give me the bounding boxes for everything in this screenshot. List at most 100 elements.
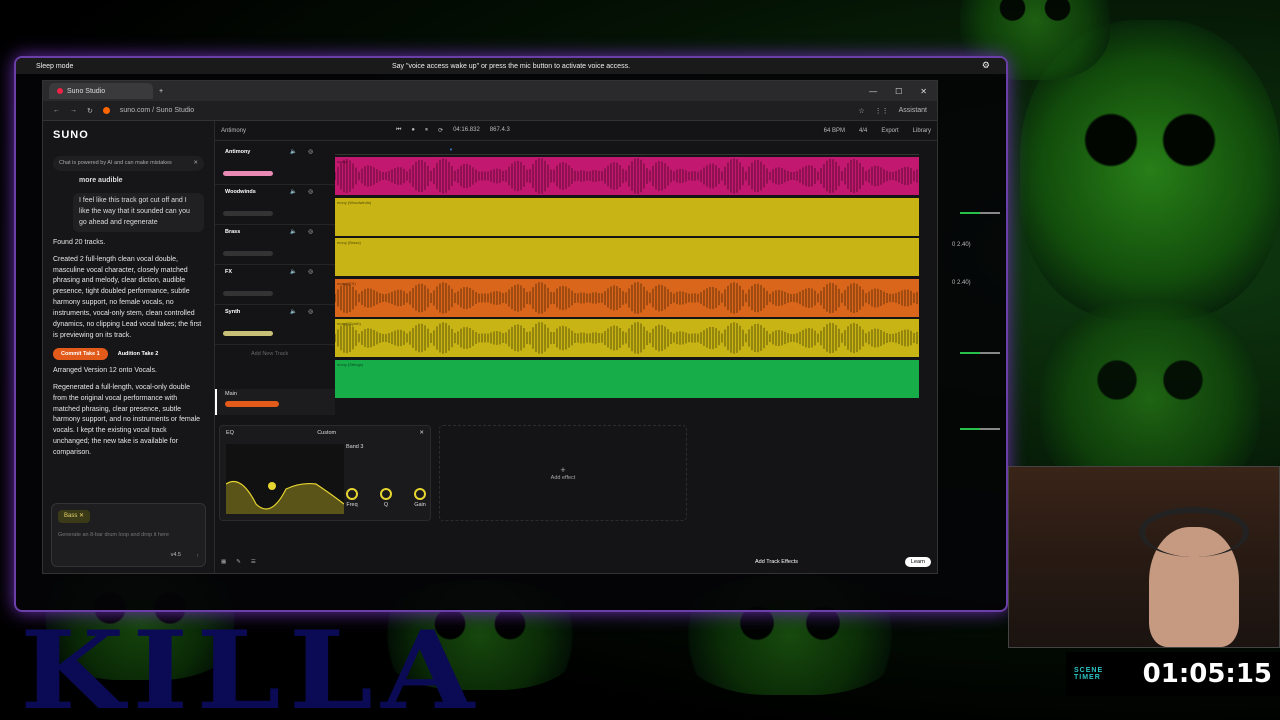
track-name: Woodwinds (225, 189, 256, 195)
assistant-message: Regenerated a full-length, vocal-only do… (53, 383, 201, 456)
eq-knob[interactable]: Gain (414, 488, 426, 508)
track-lane[interactable]: mony (Woodwinds) (335, 197, 919, 236)
speaker-icon[interactable]: 🔈 (290, 149, 297, 155)
tab-suno-studio[interactable]: Suno Studio (49, 83, 153, 99)
track-fader[interactable] (223, 251, 273, 256)
track-lane[interactable]: mony (Synth) (335, 319, 919, 357)
bpm-display[interactable]: 64 BPM (824, 128, 845, 134)
waveform (335, 198, 919, 236)
library-button[interactable]: Library (913, 128, 931, 134)
eq-curve[interactable] (226, 444, 344, 514)
waveform (335, 322, 918, 354)
playhead-icon[interactable]: ▼ (449, 147, 453, 152)
pencil-icon[interactable]: ✎ (236, 559, 241, 565)
volume-slider[interactable] (960, 428, 1000, 430)
voice-access-message: Say "voice access wake up" or press the … (391, 62, 631, 70)
track-header[interactable]: Synth 🔈 ◎ (215, 305, 335, 345)
star-icon[interactable]: ☆ (858, 107, 864, 115)
add-track-button[interactable]: Add New Track (215, 345, 335, 363)
commit-take-button[interactable]: Commit Take 1 (53, 347, 108, 361)
add-track-effects[interactable]: Add Track Effects (755, 559, 798, 565)
export-button[interactable]: Export (881, 128, 898, 134)
stream-scene: KILLA Sleep mode Say "voice access wake … (0, 0, 1280, 720)
volume-slider[interactable] (960, 352, 1000, 354)
band-label[interactable]: Band 3 (346, 444, 363, 450)
rewind-icon[interactable]: ⏮ (396, 127, 401, 134)
eq-knob[interactable]: Freq (346, 488, 358, 508)
waveform (335, 281, 918, 314)
track-header[interactable]: FX 🔈 ◎ (215, 265, 335, 305)
eq-knob[interactable]: Q (380, 488, 392, 508)
param-value: 0 2.40) (952, 280, 971, 286)
track-fader[interactable] (223, 171, 273, 176)
loop-icon[interactable]: ⟳ (438, 127, 443, 134)
send-icon[interactable]: ↑ (196, 552, 199, 561)
track-header[interactable]: Brass 🔈 ◎ (215, 225, 335, 265)
back-icon[interactable]: ← (53, 107, 60, 114)
mute-icon[interactable]: ◎ (308, 229, 313, 235)
mute-icon[interactable]: ◎ (308, 269, 313, 275)
close-icon[interactable]: ✕ (419, 430, 424, 436)
gear-icon[interactable]: ⚙ (982, 60, 990, 71)
record-icon[interactable]: ● (411, 127, 415, 134)
add-effect-slot[interactable]: + Add effect (439, 425, 687, 521)
take-buttons: Commit Take 1 Audition Take 2 (53, 347, 204, 361)
track-header[interactable]: Woodwinds 🔈 ◎ (215, 185, 335, 225)
master-fader[interactable] (225, 401, 279, 407)
track-fader[interactable] (223, 331, 273, 336)
project-name[interactable]: Antimony (221, 128, 246, 134)
new-tab-icon[interactable]: + (159, 88, 163, 95)
suno-logo: SUNO (53, 129, 89, 141)
speaker-icon[interactable]: 🔈 (290, 189, 297, 195)
close-icon[interactable]: ✕ (193, 159, 198, 168)
bar-display: 867.4.3 (489, 127, 510, 133)
scene-timer-value: 01:05:15 (1142, 659, 1272, 689)
assistant-button[interactable]: Assistant (899, 107, 927, 114)
chat-panel: SUNO Chat is powered by AI and can make … (43, 121, 215, 573)
clip-label: mony (Strings) (337, 361, 364, 367)
track-lane[interactable]: mony (FX) (335, 278, 919, 317)
param-value: 0 2.40) (952, 242, 971, 248)
prompt-input[interactable]: Generate an 8-bar drum loop and drop it … (58, 531, 199, 540)
topbar-right: 64 BPM 4/4 Export Library (824, 128, 931, 134)
track-fader[interactable] (223, 211, 273, 216)
extensions-icon[interactable]: ⋮⋮ (875, 107, 889, 115)
url-text[interactable]: suno.com / Suno Studio (120, 107, 194, 114)
forward-icon[interactable]: → (70, 107, 77, 114)
track-lane[interactable]: mony (335, 157, 919, 195)
mute-icon[interactable]: ◎ (308, 189, 313, 195)
pause-icon[interactable]: ⏸ (425, 127, 428, 134)
track-fader[interactable] (223, 291, 273, 296)
prompt-box[interactable]: Bass ✕ Generate an 8-bar drum loop and d… (51, 503, 206, 567)
eq-plugin: EQ Custom ✕ Band 3 Freq Q Gain (219, 425, 431, 521)
list-icon[interactable]: ☰ (251, 559, 256, 565)
maximize-icon[interactable]: ☐ (895, 87, 902, 96)
learn-button[interactable]: Learn (904, 557, 931, 567)
knob-label: Q (383, 502, 389, 508)
speaker-icon[interactable]: 🔈 (290, 229, 297, 235)
minimize-icon[interactable]: — (869, 87, 877, 96)
track-headers: Antimony 🔈 ◎ Woodwinds 🔈 ◎ Brass 🔈 ◎ FX … (215, 145, 335, 363)
close-icon[interactable]: ✕ (920, 87, 927, 96)
bass-chip[interactable]: Bass ✕ (58, 510, 91, 524)
tab-title: Suno Studio (67, 87, 106, 95)
grid-icon[interactable]: ▦ (221, 559, 226, 565)
speaker-icon[interactable]: 🔈 (290, 269, 297, 275)
browser-window: Suno Studio + — ☐ ✕ ← → ↻ suno.com / Sun… (42, 80, 938, 574)
eq-preset[interactable]: Custom (317, 430, 336, 436)
model-version[interactable]: v4.5 (171, 551, 181, 560)
reload-icon[interactable]: ↻ (87, 107, 93, 115)
effects-panel: EQ Custom ✕ Band 3 Freq Q Gain + Add eff… (215, 421, 915, 531)
mute-icon[interactable]: ◎ (308, 149, 313, 155)
track-header[interactable]: Antimony 🔈 ◎ (215, 145, 335, 185)
audition-take-button[interactable]: Audition Take 2 (114, 348, 163, 361)
voice-access-bar: Sleep mode Say "voice access wake up" or… (16, 58, 1006, 74)
meter-display[interactable]: 4/4 (859, 128, 867, 134)
speaker-icon[interactable]: 🔈 (290, 309, 297, 315)
track-lane[interactable]: mony (Strings) (335, 359, 919, 398)
timeline-ruler[interactable]: ▼ (335, 145, 919, 155)
volume-slider[interactable] (960, 212, 1000, 214)
track-lane[interactable]: mony (Brass) (335, 238, 919, 276)
mute-icon[interactable]: ◎ (308, 309, 313, 315)
background-window: 0 2.40) 0 2.40) (940, 118, 1006, 578)
